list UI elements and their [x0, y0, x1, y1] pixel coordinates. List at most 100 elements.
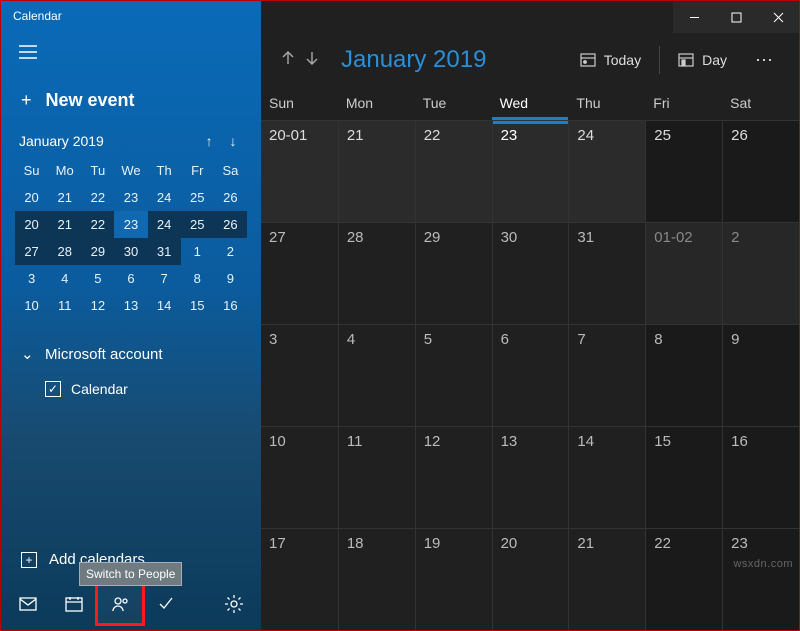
calendar-cell[interactable]: 21	[568, 528, 645, 630]
calendar-cell[interactable]: 8	[645, 324, 722, 426]
mini-day[interactable]: 29	[81, 238, 114, 265]
prev-month-button[interactable]	[279, 49, 297, 72]
calendar-cell[interactable]: 18	[338, 528, 415, 630]
today-button[interactable]: Today	[566, 43, 655, 77]
mini-day[interactable]: 23	[114, 211, 147, 238]
minimize-button[interactable]	[673, 1, 715, 33]
calendar-cell[interactable]: 26	[722, 120, 799, 222]
mini-day[interactable]: 2	[214, 238, 247, 265]
people-icon[interactable]	[97, 584, 143, 624]
mini-day[interactable]: 9	[214, 265, 247, 292]
add-icon: +	[21, 552, 37, 568]
calendar-cell[interactable]: 01-02	[645, 222, 722, 324]
mini-calendar-title[interactable]: January 2019	[19, 133, 104, 149]
calendar-cell[interactable]: 24	[568, 120, 645, 222]
mini-day[interactable]: 7	[148, 265, 181, 292]
mini-weekday: Su	[15, 157, 48, 184]
calendar-cell[interactable]: 20-01	[261, 120, 338, 222]
mini-day[interactable]: 25	[181, 211, 214, 238]
calendar-cell[interactable]: 12	[415, 426, 492, 528]
mini-day[interactable]: 3	[15, 265, 48, 292]
calendar-cell[interactable]: 29	[415, 222, 492, 324]
close-button[interactable]	[757, 1, 799, 33]
mini-day[interactable]: 20	[15, 211, 48, 238]
divider	[659, 46, 660, 74]
mini-day[interactable]: 30	[114, 238, 147, 265]
checkmark-icon: ✓	[45, 381, 61, 397]
mini-next-button[interactable]: ↓	[223, 133, 243, 149]
mini-day[interactable]: 10	[15, 292, 48, 319]
mini-day[interactable]: 11	[48, 292, 81, 319]
maximize-button[interactable]	[715, 1, 757, 33]
more-button[interactable]: ⋯	[741, 50, 789, 71]
calendar-cell[interactable]: 7	[568, 324, 645, 426]
calendar-icon[interactable]	[51, 584, 97, 624]
mini-day[interactable]: 1	[181, 238, 214, 265]
mini-day[interactable]: 22	[81, 211, 114, 238]
mini-day[interactable]: 31	[148, 238, 181, 265]
mini-day[interactable]: 4	[48, 265, 81, 292]
calendar-cell[interactable]: 17	[261, 528, 338, 630]
calendar-cell[interactable]: 15	[645, 426, 722, 528]
calendar-checkbox[interactable]: ✓ Calendar	[15, 373, 247, 405]
calendar-cell[interactable]: 31	[568, 222, 645, 324]
mini-day[interactable]: 12	[81, 292, 114, 319]
mini-day[interactable]: 20	[15, 184, 48, 211]
calendar-cell[interactable]: 10	[261, 426, 338, 528]
mini-day[interactable]: 25	[181, 184, 214, 211]
weekday-header: SunMonTueWedThuFriSat	[261, 87, 799, 120]
calendar-cell[interactable]: 9	[722, 324, 799, 426]
mini-day[interactable]: 5	[81, 265, 114, 292]
mini-day[interactable]: 6	[114, 265, 147, 292]
new-event-button[interactable]: + New event	[1, 76, 261, 129]
calendar-cell[interactable]: 11	[338, 426, 415, 528]
mini-day[interactable]: 23	[114, 184, 147, 211]
plus-icon: +	[21, 90, 32, 111]
next-month-button[interactable]	[303, 49, 321, 72]
mini-day[interactable]: 8	[181, 265, 214, 292]
calendar-cell[interactable]: 22	[415, 120, 492, 222]
settings-icon[interactable]	[211, 584, 257, 624]
weekday-label: Sat	[722, 87, 799, 120]
account-item[interactable]: ⌄ Microsoft account	[15, 335, 247, 373]
mini-day[interactable]: 15	[181, 292, 214, 319]
mini-day[interactable]: 21	[48, 184, 81, 211]
calendar-cell[interactable]: 13	[492, 426, 569, 528]
calendar-cell[interactable]: 20	[492, 528, 569, 630]
hamburger-button[interactable]	[1, 33, 261, 76]
calendar-cell[interactable]: 28	[338, 222, 415, 324]
calendar-cell[interactable]: 6	[492, 324, 569, 426]
calendar-cell[interactable]: 23	[492, 120, 569, 222]
mini-prev-button[interactable]: ↑	[199, 133, 219, 149]
day-view-button[interactable]: Day	[664, 43, 741, 77]
calendar-cell[interactable]: 2	[722, 222, 799, 324]
mini-day[interactable]: 22	[81, 184, 114, 211]
calendar-cell[interactable]: 30	[492, 222, 569, 324]
mini-day[interactable]: 27	[15, 238, 48, 265]
mini-weekday: Sa	[214, 157, 247, 184]
mini-day[interactable]: 21	[48, 211, 81, 238]
calendar-cell[interactable]: 21	[338, 120, 415, 222]
todo-icon[interactable]	[143, 584, 189, 624]
calendar-cell[interactable]: 4	[338, 324, 415, 426]
mini-day[interactable]: 26	[214, 184, 247, 211]
weekday-label: Thu	[568, 87, 645, 120]
calendar-cell[interactable]: 25	[645, 120, 722, 222]
mini-day[interactable]: 24	[148, 211, 181, 238]
calendar-cell[interactable]: 22	[645, 528, 722, 630]
mail-icon[interactable]	[5, 584, 51, 624]
calendar-cell[interactable]: 16	[722, 426, 799, 528]
calendar-cell[interactable]: 23	[722, 528, 799, 630]
month-title[interactable]: January 2019	[329, 46, 486, 74]
calendar-cell[interactable]: 14	[568, 426, 645, 528]
mini-day[interactable]: 16	[214, 292, 247, 319]
mini-day[interactable]: 14	[148, 292, 181, 319]
calendar-cell[interactable]: 19	[415, 528, 492, 630]
calendar-cell[interactable]: 3	[261, 324, 338, 426]
mini-day[interactable]: 13	[114, 292, 147, 319]
mini-day[interactable]: 28	[48, 238, 81, 265]
mini-day[interactable]: 24	[148, 184, 181, 211]
mini-day[interactable]: 26	[214, 211, 247, 238]
calendar-cell[interactable]: 5	[415, 324, 492, 426]
calendar-cell[interactable]: 27	[261, 222, 338, 324]
